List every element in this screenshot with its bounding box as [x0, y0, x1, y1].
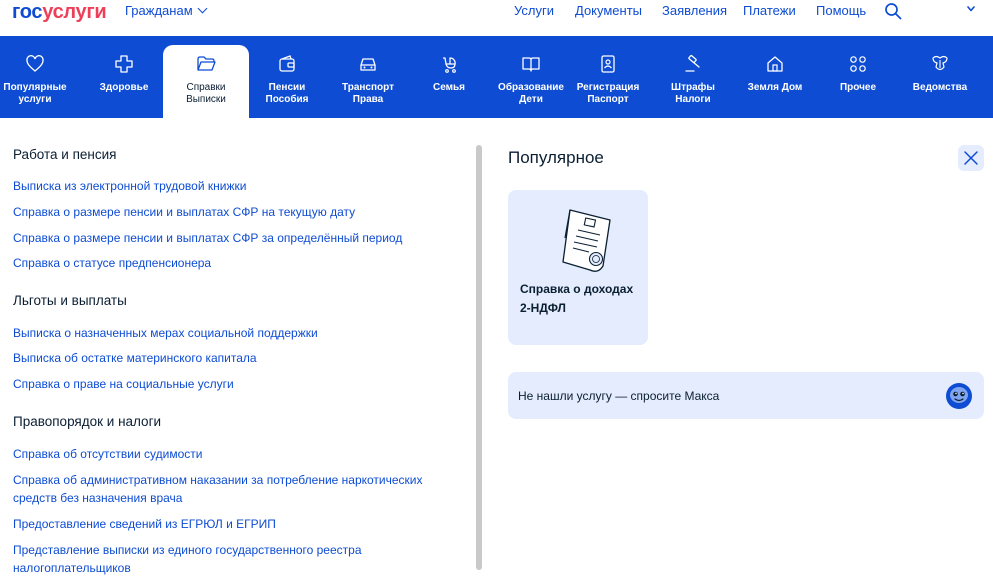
category-transport[interactable]: Транспорт Права [334, 36, 402, 118]
category-education[interactable]: Образование Дети [495, 36, 567, 118]
category-registration[interactable]: Регистрация Паспорт [566, 36, 650, 118]
category-fines[interactable]: Штрафы Налоги [664, 36, 722, 118]
service-link[interactable]: Предоставление сведений из ЕГРЮЛ и ЕГРИП [13, 515, 463, 533]
top-header: госуслуги Гражданам Услуги Документы Зая… [0, 0, 993, 36]
service-link[interactable]: Справка о размере пенсии и выплатах СФР … [13, 229, 463, 247]
house-icon [767, 56, 783, 72]
section-title: Правопорядок и налоги [13, 414, 162, 429]
category-family[interactable]: Семья [424, 36, 474, 118]
chevron-down-icon [197, 3, 208, 14]
logo-part-gos: гос [12, 1, 43, 23]
category-label-line1: Транспорт [341, 82, 395, 93]
ask-max-banner[interactable]: Не нашли услугу — спросите Макса [508, 372, 984, 419]
popular-title: Популярное [508, 148, 604, 167]
logo-part-uslugi: услуги [42, 1, 107, 23]
category-popular[interactable]: Популярные услуги [0, 36, 70, 118]
category-label-line1: Пенсии [268, 82, 306, 93]
category-label-line2: Выписки [186, 94, 226, 105]
category-label-line2: Пособия [265, 94, 309, 105]
category-label-line1: Прочее [839, 82, 877, 93]
scrollbar-thumb[interactable] [476, 145, 482, 570]
emblem-icon [932, 55, 948, 71]
category-label-line2: Дети [519, 94, 543, 105]
category-label-line1: Образование [498, 82, 564, 93]
section-title: Работа и пенсия [13, 147, 117, 162]
folder-icon [197, 56, 216, 71]
close-icon [964, 151, 978, 165]
service-link[interactable]: Справка о статусе предпенсионера [13, 254, 463, 272]
category-label-line1: Популярные [3, 82, 67, 93]
service-link[interactable]: Справка об административном наказании за… [13, 471, 463, 507]
category-label-line2: услуги [18, 94, 52, 105]
audience-label: Гражданам [125, 3, 193, 18]
category-health[interactable]: Здоровье [92, 36, 156, 118]
chevron-down-icon[interactable] [966, 4, 976, 14]
category-label-line1: Штрафы [671, 82, 715, 93]
category-label-line2: Налоги [675, 94, 711, 105]
category-land-house[interactable]: Земля Дом [742, 36, 808, 118]
category-bar: Популярные услуги Здоровье Справки Выписки… [0, 36, 993, 118]
search-icon[interactable] [884, 2, 902, 20]
nav-help[interactable]: Помощь [816, 3, 866, 19]
category-other[interactable]: Прочее [832, 36, 884, 118]
service-link[interactable]: Представление выписки из единого государ… [13, 541, 463, 577]
category-pensions[interactable]: Пенсии Пособия [258, 36, 316, 118]
book-icon [522, 57, 540, 72]
service-link[interactable]: Справка об отсутствии судимости [13, 445, 463, 463]
category-agencies[interactable]: Ведомства [904, 36, 976, 118]
category-label-line2: Паспорт [587, 94, 629, 105]
gosuslugi-logo[interactable]: госуслуги [12, 0, 107, 24]
category-label-line1: Земля Дом [747, 82, 803, 93]
category-label-line1: Здоровье [99, 82, 149, 93]
category-label-line1: Регистрация [576, 82, 640, 93]
nav-payments[interactable]: Платежи [743, 3, 796, 19]
nav-documents[interactable]: Документы [575, 3, 642, 19]
stroller-icon [443, 57, 456, 73]
service-link[interactable]: Выписка о назначенных мерах социальной п… [13, 324, 463, 342]
category-certificates[interactable]: Справки Выписки [163, 45, 249, 118]
service-link[interactable]: Справка о праве на социальные услуги [13, 375, 463, 393]
nav-uslugi[interactable]: Услуги [514, 3, 554, 19]
service-link[interactable]: Выписка из электронной трудовой книжки [13, 177, 463, 195]
document-certificate-icon [562, 209, 611, 272]
wallet-icon [279, 55, 295, 72]
medical-cross-icon [115, 55, 133, 73]
section-title: Льготы и выплаты [13, 293, 127, 308]
nav-applications[interactable]: Заявления [662, 3, 727, 19]
category-label-line1: Справки [186, 82, 226, 93]
service-link[interactable]: Справка о размере пенсии и выплатах СФР … [13, 203, 463, 221]
heart-icon [26, 55, 44, 72]
gavel-icon [685, 54, 700, 72]
car-icon [360, 58, 376, 71]
category-label-line1: Ведомства [912, 82, 968, 93]
ask-max-text: Не нашли услугу — спросите Макса [518, 389, 720, 403]
popular-card-title: Справка о доходах 2-НДФЛ [520, 282, 634, 315]
close-button[interactable] [958, 145, 984, 171]
popular-card[interactable]: Справка о доходах 2-НДФЛ [508, 190, 648, 345]
category-label-line2: Права [352, 94, 384, 105]
service-link[interactable]: Выписка об остатке материнского капитала [13, 349, 463, 367]
audience-selector[interactable]: Гражданам [125, 3, 208, 19]
grid-icon [850, 56, 866, 72]
robot-assistant-icon [946, 383, 972, 409]
category-label-line1: Семья [432, 82, 466, 93]
id-card-icon [601, 55, 615, 73]
